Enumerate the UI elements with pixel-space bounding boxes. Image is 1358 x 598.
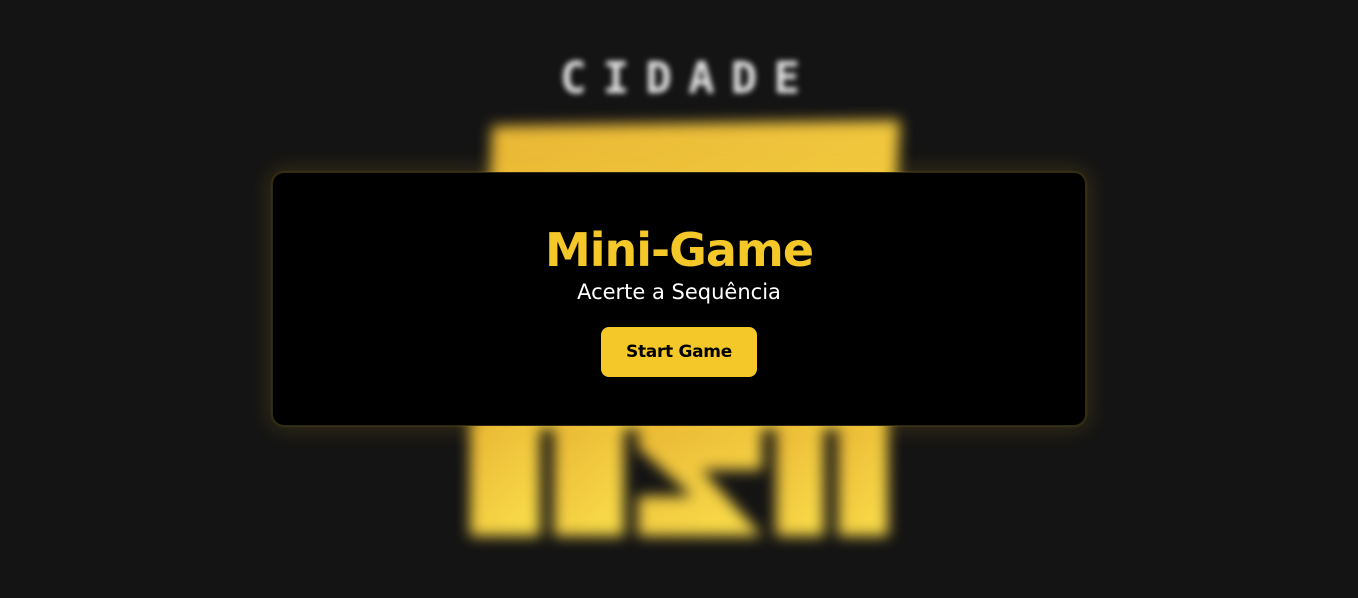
logo-letter: E [773,52,800,104]
logo-letter: A [688,52,715,104]
logo-letter: C [560,52,587,104]
logo-letter: D [645,52,672,104]
logo-wordmark: C I D A D E [560,52,800,104]
modal-title: Mini-Game [544,223,814,277]
start-game-button[interactable]: Start Game [601,327,757,377]
modal-subtitle: Acerte a Sequência [577,280,781,304]
logo-letter: I [602,52,630,104]
logo-letter: D [730,52,758,104]
minigame-modal: Mini-Game Acerte a Sequência Start Game [272,172,1086,426]
